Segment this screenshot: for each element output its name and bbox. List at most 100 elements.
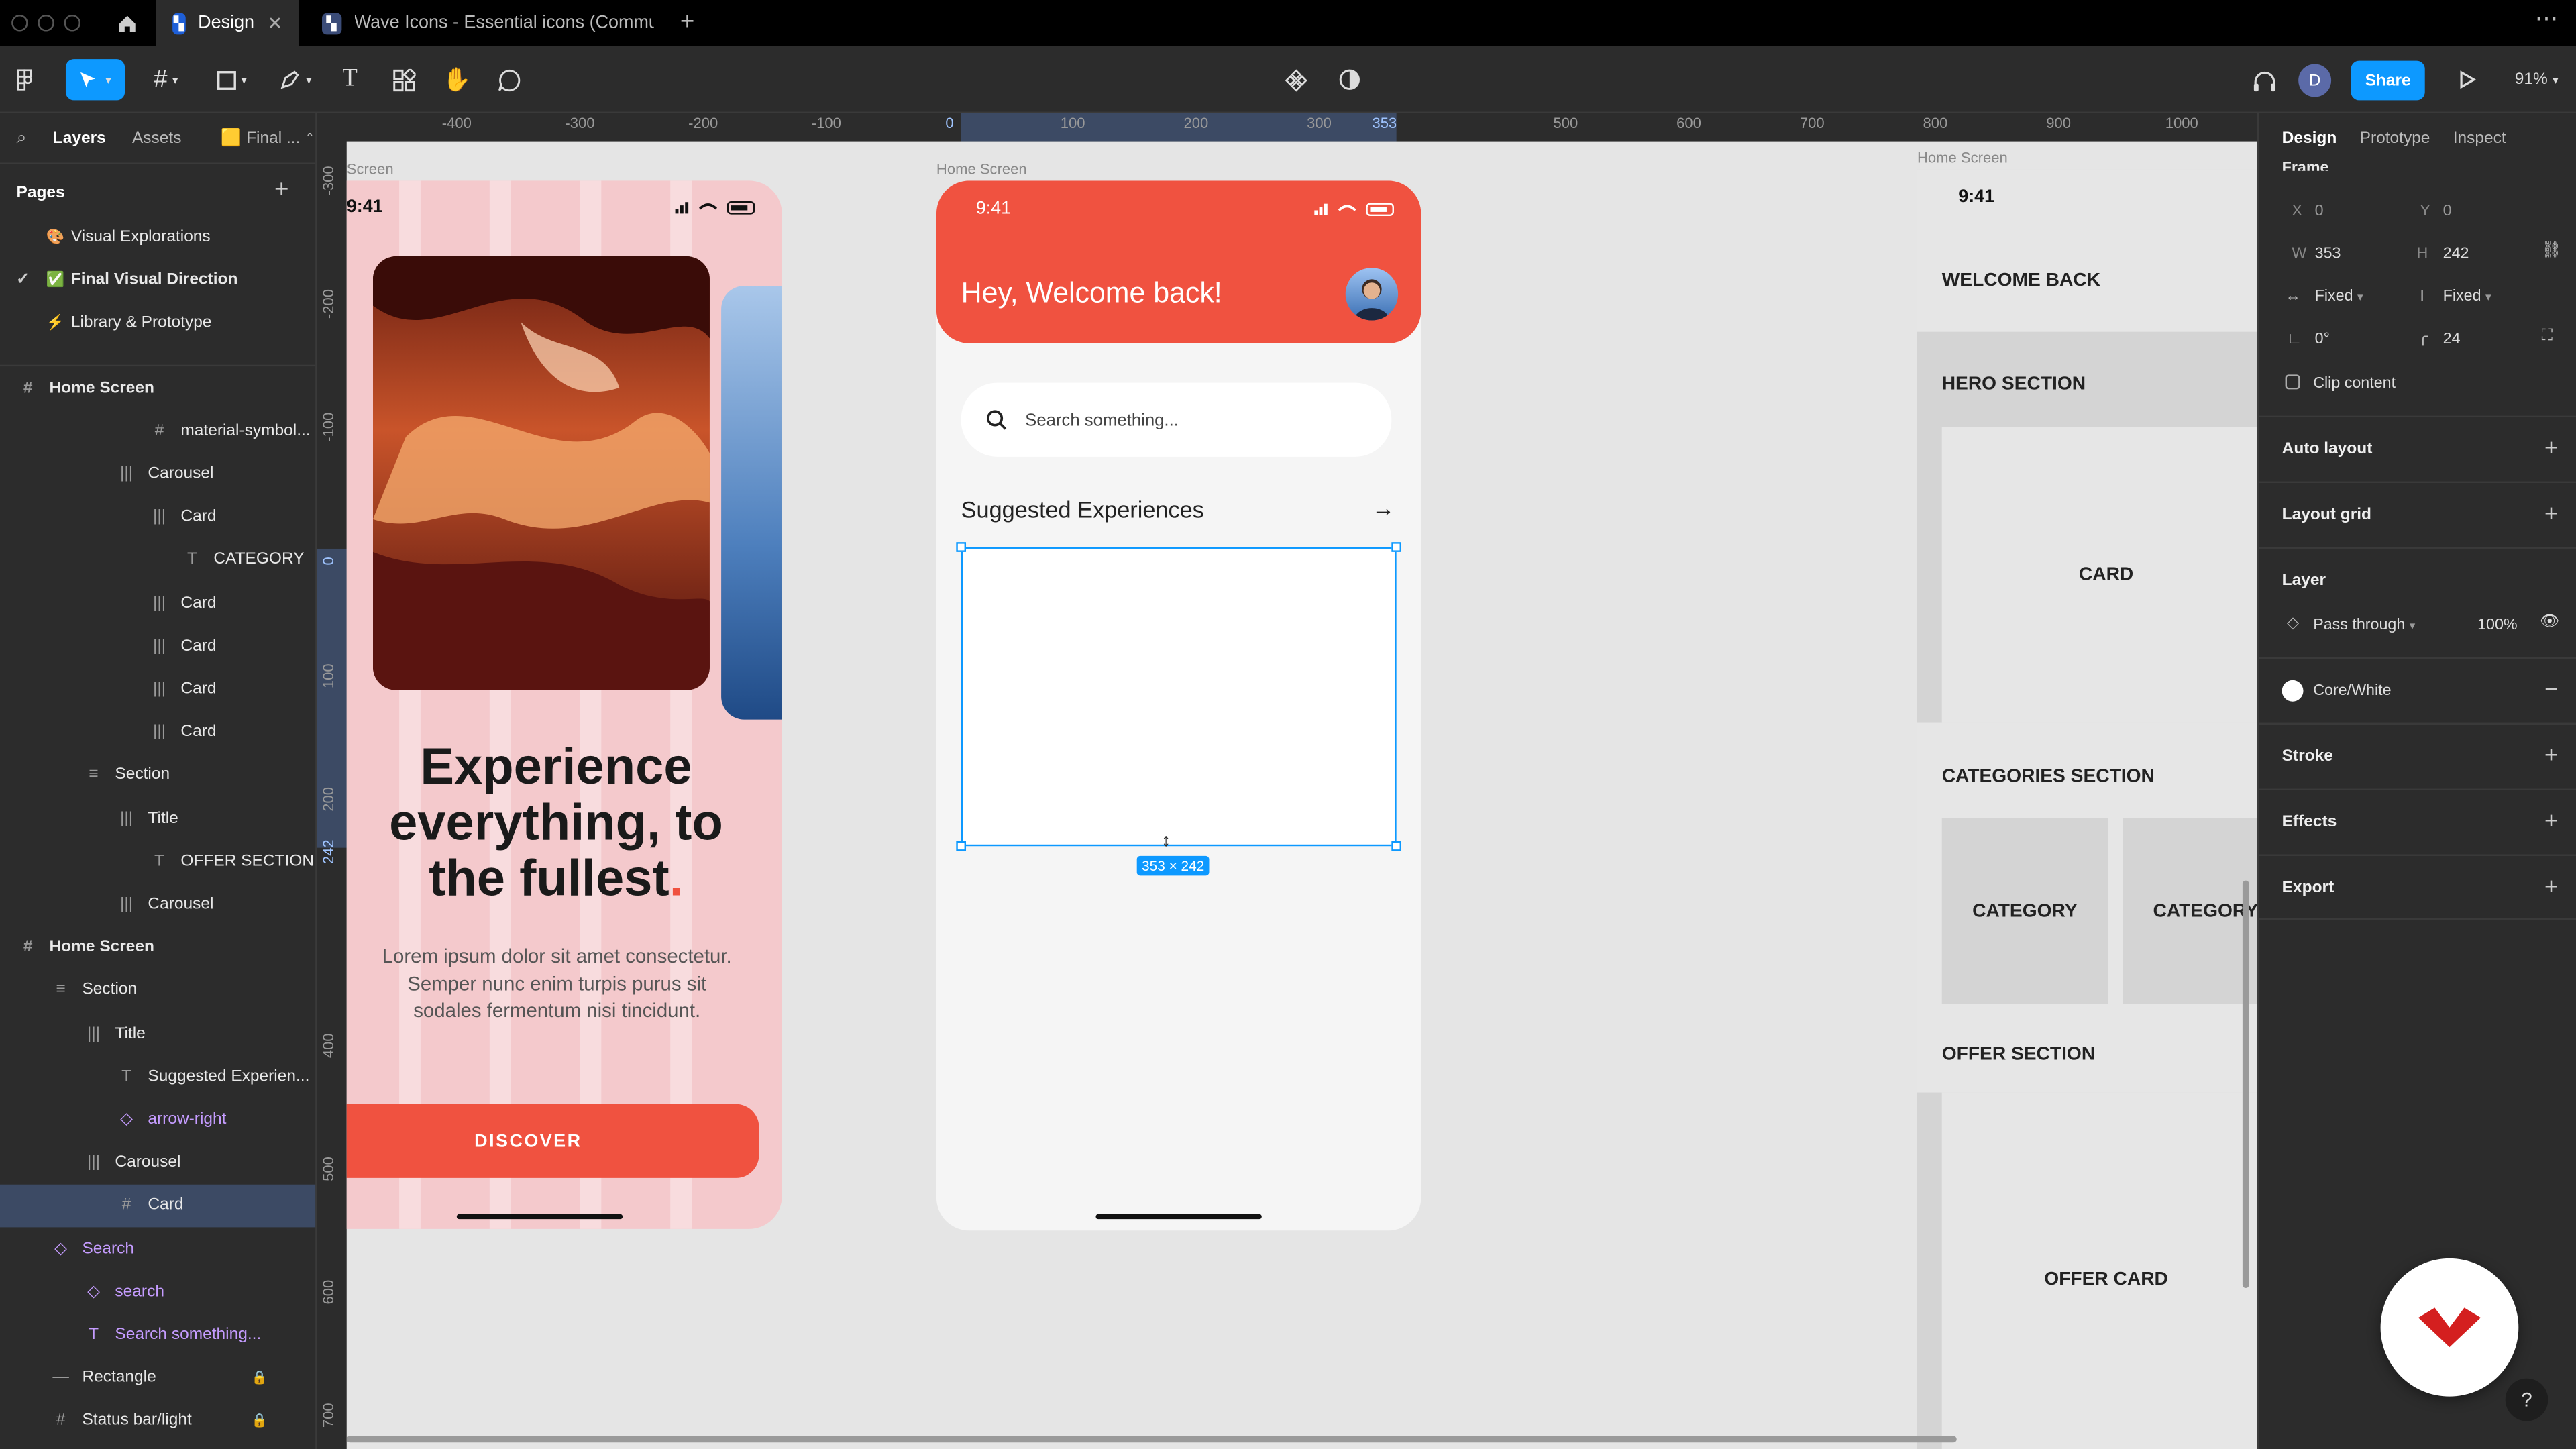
y-field[interactable]: 0 <box>2443 202 2452 220</box>
home-screen-frame[interactable]: 9:41 Hey, Welcome back! Search something… <box>936 180 1421 1231</box>
layer-row[interactable]: T Search something... <box>0 1313 315 1356</box>
layer-row[interactable]: ||| Card <box>0 667 315 710</box>
move-tool-button[interactable]: ▾ <box>65 59 125 101</box>
lock-icon[interactable]: 🔒 <box>252 1371 268 1385</box>
arrow-right-icon[interactable]: → <box>1372 494 1395 521</box>
share-button[interactable]: Share <box>2351 60 2425 101</box>
new-tab-icon[interactable]: + <box>680 8 694 36</box>
window-zoom-control[interactable] <box>64 15 81 32</box>
resources-icon[interactable] <box>388 59 421 100</box>
window-minimize-control[interactable] <box>38 15 54 32</box>
add-export-icon[interactable]: + <box>2544 872 2558 898</box>
independent-corners-icon[interactable]: ⛶ <box>2542 327 2553 345</box>
layer-row[interactable]: ≡ Section <box>0 754 315 797</box>
layer-row[interactable]: # Home Screen <box>0 366 315 409</box>
components-icon[interactable] <box>1281 59 1311 100</box>
constrain-proportions-icon[interactable]: ⛓ <box>2542 241 2562 260</box>
clip-content-checkbox[interactable] <box>2285 374 2300 390</box>
add-stroke-icon[interactable]: + <box>2544 741 2558 767</box>
user-avatar[interactable]: D <box>2298 64 2332 97</box>
lock-icon[interactable]: 🔒 <box>252 1413 268 1428</box>
file-name-dropdown[interactable]: 🟨 Final ... ⌃ <box>221 129 315 147</box>
search-bar[interactable]: Search something... <box>961 382 1392 457</box>
layer-row[interactable]: ||| Card <box>0 710 315 753</box>
resize-handle[interactable] <box>956 542 967 552</box>
h-resizing-dropdown[interactable]: Fixed ▾ <box>2443 288 2491 306</box>
rotation-field[interactable]: 0° <box>2315 330 2330 348</box>
page-item[interactable]: ⚡ Library & Prototype <box>0 301 315 343</box>
layer-row[interactable]: T OFFER SECTION <box>0 840 315 883</box>
layer-row[interactable]: ||| Carousel <box>0 1141 315 1184</box>
layer-row[interactable]: # material-symbol... <box>0 409 315 452</box>
horizontal-scrollbar[interactable] <box>346 1436 1957 1443</box>
search-layers-icon[interactable]: ⌕ <box>16 127 26 149</box>
resize-handle[interactable] <box>1391 542 1401 552</box>
w-resizing-dropdown[interactable]: Fixed ▾ <box>2315 288 2363 306</box>
w-field[interactable]: 353 <box>2315 245 2341 263</box>
layer-row[interactable]: ||| Card <box>0 625 315 667</box>
frame-section-label[interactable]: Frame <box>2282 160 2329 171</box>
layer-row[interactable]: ||| Title <box>0 1012 315 1055</box>
contrast-icon[interactable] <box>1334 59 1364 100</box>
opacity-field[interactable]: 100% <box>2477 616 2518 634</box>
blend-mode-dropdown[interactable]: Pass through ▾ <box>2313 616 2415 634</box>
corner-radius-field[interactable]: 24 <box>2443 330 2461 348</box>
x-field[interactable]: 0 <box>2315 202 2324 220</box>
frame-label[interactable]: Home Screen <box>1917 150 2008 166</box>
frame-label[interactable]: Home Screen <box>936 161 1027 177</box>
tab-assets[interactable]: Assets <box>132 129 182 147</box>
shape-tool-button[interactable]: ▾ <box>207 59 256 100</box>
help-button[interactable]: ? <box>2505 1378 2548 1421</box>
layer-row[interactable]: ||| Card <box>0 496 315 539</box>
frame-label[interactable]: Screen <box>347 161 394 177</box>
layer-row[interactable]: ||| Title <box>0 797 315 840</box>
resize-handle[interactable] <box>956 841 967 851</box>
layer-row[interactable]: # Home Screen <box>0 926 315 969</box>
fill-style-name[interactable]: Core/White <box>2313 682 2391 700</box>
tab-prototype[interactable]: Prototype <box>2360 129 2430 148</box>
layer-row[interactable]: T Suggested Experien... <box>0 1055 315 1098</box>
window-close-control[interactable] <box>11 15 28 32</box>
text-tool-icon[interactable]: T <box>335 59 365 100</box>
wireframe-frame[interactable]: 9:41 WELCOME BACK HERO SECTION CARD CATE… <box>1917 169 2257 1449</box>
splash-frame[interactable]: 9:41 Experience everything, to the fulle… <box>346 180 782 1229</box>
tab-design[interactable]: ▚ Design ✕ <box>156 0 299 46</box>
page-item[interactable]: 🎨 Visual Explorations <box>0 215 315 258</box>
vertical-scrollbar[interactable] <box>2242 880 2249 1289</box>
main-menu-icon[interactable] <box>10 59 40 100</box>
layer-row[interactable]: — Rectangle 🔒 <box>0 1356 315 1399</box>
h-field[interactable]: 242 <box>2443 245 2469 263</box>
layer-row[interactable]: ||| Card <box>0 582 315 625</box>
comment-tool-icon[interactable] <box>493 59 526 100</box>
resize-handle[interactable] <box>1391 841 1401 851</box>
present-play-icon[interactable] <box>2451 59 2481 100</box>
layer-row[interactable]: ||| Carousel <box>0 452 315 495</box>
layer-row[interactable]: ◇ arrow-right <box>0 1098 315 1141</box>
layer-row[interactable]: T CATEGORY <box>0 539 315 582</box>
tab-design-panel[interactable]: Design <box>2282 129 2337 148</box>
plugin-widget-logo[interactable] <box>2380 1258 2519 1397</box>
layer-row[interactable]: ◇ search <box>0 1271 315 1313</box>
layer-row[interactable]: # Status bar/light 🔒 <box>0 1399 315 1442</box>
frame-tool-button[interactable]: # ▾ <box>142 59 191 100</box>
hand-tool-icon[interactable]: ✋ <box>440 59 473 100</box>
page-item[interactable]: ✓ ✅ Final Visual Direction <box>0 258 315 301</box>
layer-row[interactable]: ◇Header <box>0 1442 315 1449</box>
design-canvas[interactable]: Screen 9:41 Experience everything, to th… <box>346 141 2257 1449</box>
layer-row[interactable]: ◇ Search <box>0 1227 315 1270</box>
layer-row[interactable]: # Card <box>0 1184 316 1227</box>
add-layout-grid-icon[interactable]: + <box>2544 499 2558 525</box>
layer-row[interactable]: ≡ Section <box>0 969 315 1012</box>
remove-fill-icon[interactable]: − <box>2544 676 2558 702</box>
audio-headphones-icon[interactable] <box>2247 59 2280 100</box>
zoom-dropdown[interactable]: 91% ▾ <box>2507 59 2566 100</box>
add-page-icon[interactable]: + <box>274 176 288 204</box>
tab-layers[interactable]: Layers <box>53 129 106 147</box>
avatar[interactable] <box>1345 268 1399 321</box>
tab-inspect[interactable]: Inspect <box>2453 129 2506 148</box>
fill-swatch[interactable] <box>2282 680 2304 702</box>
add-auto-layout-icon[interactable]: + <box>2544 434 2558 460</box>
pen-tool-button[interactable]: ▾ <box>271 59 320 100</box>
home-icon[interactable] <box>102 0 151 46</box>
eye-visibility-icon[interactable]: 👁 <box>2540 612 2560 631</box>
